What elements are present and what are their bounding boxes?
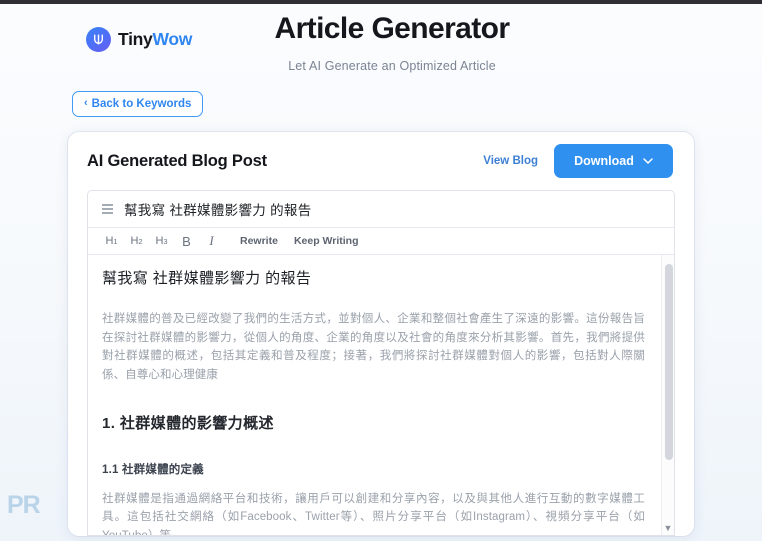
watermark: PR	[7, 491, 41, 519]
page-subtitle: Let AI Generate an Optimized Article	[288, 59, 496, 73]
heading-2-button[interactable]: H2	[124, 231, 149, 252]
document-paragraph-2: 社群媒體是指通過網絡平台和技術，讓用戶可以創建和分享內容，以及與其他人進行互動的…	[102, 492, 645, 536]
download-button[interactable]: Download	[554, 144, 673, 178]
document-title-heading: 幫我寫 社群媒體影響力 的報告	[102, 270, 312, 287]
document-heading-1-1: 1.1 社群媒體的定義	[102, 463, 204, 476]
chevron-left-icon: ‹	[84, 97, 88, 109]
back-to-keywords-button[interactable]: ‹ Back to Keywords	[72, 91, 204, 117]
download-label: Download	[574, 154, 634, 168]
h1-sub: 1	[113, 236, 118, 246]
card-header: AI Generated Blog Post View Blog Downloa…	[68, 132, 694, 190]
h3-sub: 3	[163, 236, 168, 246]
keep-writing-button[interactable]: Keep Writing	[286, 231, 367, 252]
h2-label: H	[130, 235, 139, 247]
page-title: Article Generator	[274, 12, 510, 45]
editor-toolbar: H1 H2 H3 B I Rewrite Keep Writing	[88, 228, 674, 255]
view-blog-link[interactable]: View Blog	[483, 155, 538, 167]
h1-label: H	[105, 235, 114, 247]
editor-titlebar: 幫我寫 社群媒體影響力 的報告	[88, 191, 674, 228]
card-actions: View Blog Download	[483, 144, 673, 178]
heading-1-button[interactable]: H1	[99, 231, 124, 252]
h2-sub: 2	[138, 236, 143, 246]
back-to-keywords-label: Back to Keywords	[91, 98, 192, 110]
editor-scrollbar-thumb[interactable]	[664, 264, 673, 460]
title-block: Article Generator Let AI Generate an Opt…	[0, 12, 762, 73]
editor-document-title[interactable]: 幫我寫 社群媒體影響力 的報告	[124, 199, 312, 219]
h3-label: H	[155, 235, 164, 247]
hamburger-icon[interactable]	[102, 204, 113, 214]
document-paragraph-1: 社群媒體的普及已經改變了我們的生活方式，並對個人、企業和整個社會產生了深遠的影響…	[102, 313, 645, 381]
page-header: TinyWow Article Generator Let AI Generat…	[0, 4, 762, 82]
bold-button[interactable]: B	[174, 231, 199, 252]
chevron-down-icon	[643, 157, 653, 166]
article-editor: 幫我寫 社群媒體影響力 的報告 H1 H2 H3 B I Rewrite Kee…	[87, 190, 675, 536]
heading-3-button[interactable]: H3	[149, 231, 174, 252]
document-heading-1: 1. 社群媒體的影響力概述	[102, 414, 274, 432]
editor-scrollbar[interactable]: ▼	[661, 255, 674, 535]
editor-body-wrapper: 幫我寫 社群媒體影響力 的報告 社群媒體的普及已經改變了我們的生活方式，並對個人…	[88, 255, 674, 536]
italic-button[interactable]: I	[199, 231, 224, 252]
card-title: AI Generated Blog Post	[87, 151, 267, 170]
scroll-down-arrow-icon[interactable]: ▼	[662, 524, 674, 533]
blog-post-card: AI Generated Blog Post View Blog Downloa…	[68, 132, 694, 536]
editor-content[interactable]: 幫我寫 社群媒體影響力 的報告 社群媒體的普及已經改變了我們的生活方式，並對個人…	[88, 255, 661, 536]
rewrite-button[interactable]: Rewrite	[232, 231, 286, 252]
page-canvas: TinyWow Article Generator Let AI Generat…	[0, 4, 762, 541]
